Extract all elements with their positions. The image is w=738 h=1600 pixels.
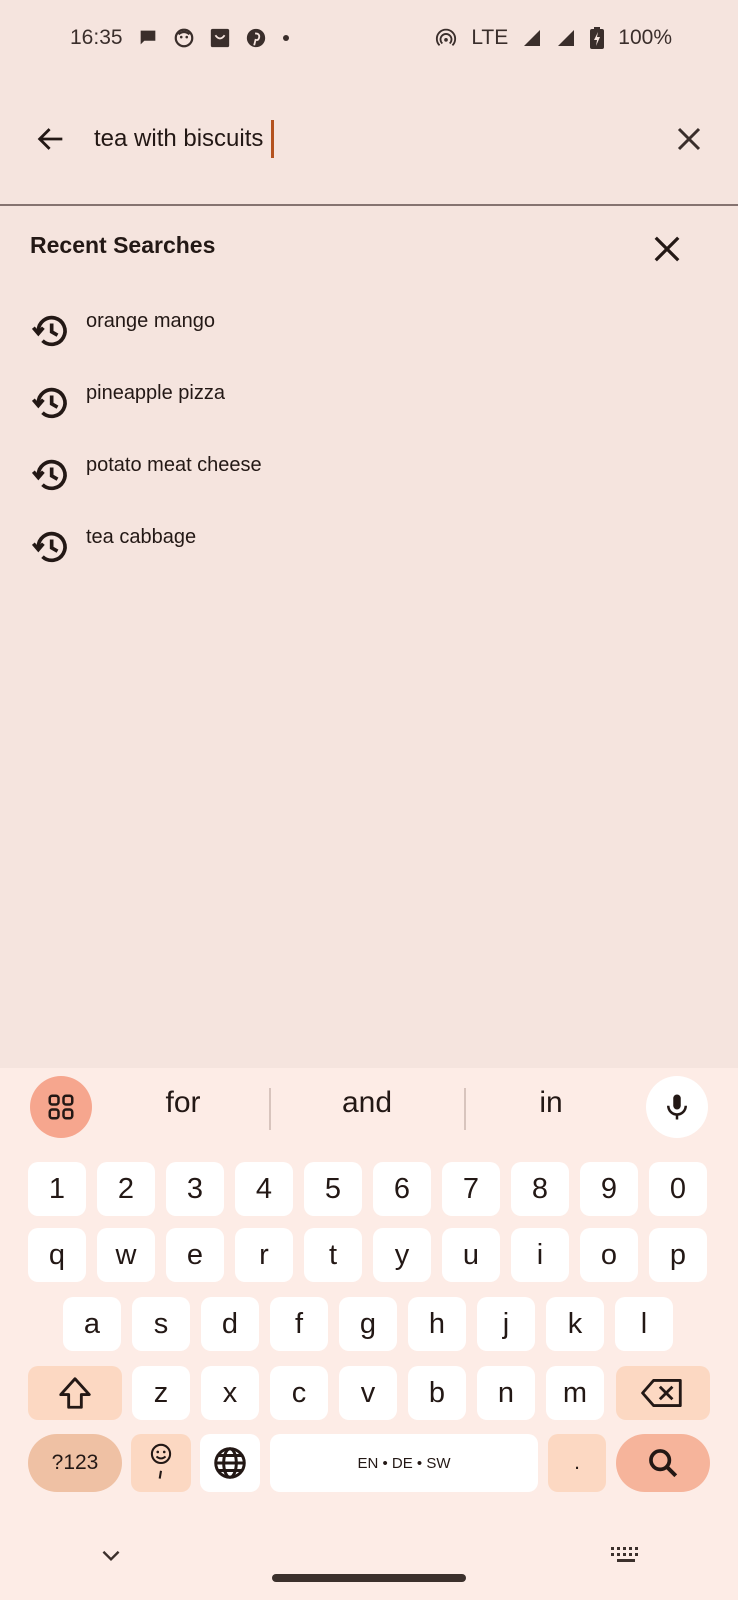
recent-search-label: potato meat cheese — [86, 454, 262, 476]
key-7[interactable]: 7 — [442, 1162, 500, 1216]
network-type: LTE — [471, 26, 509, 49]
key-b[interactable]: b — [408, 1366, 466, 1420]
battery-level: 100% — [618, 26, 672, 49]
recent-search-item[interactable]: potato meat cheese — [0, 444, 738, 516]
shift-key[interactable] — [28, 1366, 122, 1420]
key-v[interactable]: v — [339, 1366, 397, 1420]
space-key[interactable]: EN • DE • SW — [270, 1434, 538, 1492]
key-i[interactable]: i — [511, 1228, 569, 1282]
search-divider — [0, 204, 738, 206]
text-cursor — [271, 120, 275, 158]
history-icon — [29, 526, 71, 568]
status-right: LTE 100% — [435, 26, 672, 50]
key-x[interactable]: x — [201, 1366, 259, 1420]
history-icon — [29, 310, 71, 352]
key-m[interactable]: m — [546, 1366, 604, 1420]
suggestion-strip: for and in — [0, 1068, 738, 1144]
key-q[interactable]: q — [28, 1228, 86, 1282]
key-a[interactable]: a — [63, 1297, 121, 1351]
status-time: 16:35 — [70, 26, 123, 49]
dot-icon — [281, 33, 291, 43]
key-j[interactable]: j — [477, 1297, 535, 1351]
keyboard-apps-icon[interactable] — [30, 1076, 92, 1138]
key-l[interactable]: l — [615, 1297, 673, 1351]
key-6[interactable]: 6 — [373, 1162, 431, 1216]
close-icon[interactable] — [648, 230, 686, 268]
suggestion-word[interactable]: in — [481, 1086, 621, 1120]
key-c[interactable]: c — [270, 1366, 328, 1420]
key-3[interactable]: 3 — [166, 1162, 224, 1216]
search-key[interactable] — [616, 1434, 710, 1492]
recent-search-item[interactable]: orange mango — [0, 300, 738, 372]
suggestion-word[interactable]: and — [297, 1086, 437, 1120]
search-query: tea with biscuits — [94, 125, 264, 152]
suggestion-word[interactable]: for — [113, 1086, 253, 1120]
history-icon — [29, 454, 71, 496]
key-f[interactable]: f — [270, 1297, 328, 1351]
navigation-bar — [0, 1528, 738, 1600]
backspace-key[interactable] — [616, 1366, 710, 1420]
key-g[interactable]: g — [339, 1297, 397, 1351]
key-8[interactable]: 8 — [511, 1162, 569, 1216]
keyboard-icon[interactable] — [610, 1540, 642, 1570]
history-icon — [29, 382, 71, 424]
key-h[interactable]: h — [408, 1297, 466, 1351]
symbols-key[interactable]: ?123 — [28, 1434, 122, 1492]
recent-searches-list: orange mango pineapple pizza potato meat… — [0, 300, 738, 588]
recent-search-label: orange mango — [86, 310, 215, 332]
key-k[interactable]: k — [546, 1297, 604, 1351]
keyboard: for and in 1234567890 qwertyuiop asdfghj… — [0, 1068, 738, 1600]
key-4[interactable]: 4 — [235, 1162, 293, 1216]
recent-search-item[interactable]: tea cabbage — [0, 516, 738, 588]
key-5[interactable]: 5 — [304, 1162, 362, 1216]
key-w[interactable]: w — [97, 1228, 155, 1282]
key-r[interactable]: r — [235, 1228, 293, 1282]
key-e[interactable]: e — [166, 1228, 224, 1282]
recent-searches-title: Recent Searches — [30, 232, 216, 258]
key-s[interactable]: s — [132, 1297, 190, 1351]
status-bar: 16:35 LTE 100% — [0, 0, 738, 76]
home-gesture-pill[interactable] — [272, 1574, 466, 1582]
key-n[interactable]: n — [477, 1366, 535, 1420]
close-icon[interactable] — [668, 118, 710, 160]
microphone-icon[interactable] — [646, 1076, 708, 1138]
key-2[interactable]: 2 — [97, 1162, 155, 1216]
shopping-bag-icon — [209, 27, 231, 49]
arrow-back-icon[interactable] — [30, 118, 72, 160]
recent-search-item[interactable]: pineapple pizza — [0, 372, 738, 444]
signal-icon — [556, 28, 576, 48]
battery-icon — [590, 27, 605, 49]
key-t[interactable]: t — [304, 1228, 362, 1282]
chat-icon — [137, 27, 159, 49]
chevron-down-icon[interactable] — [96, 1540, 126, 1570]
key-u[interactable]: u — [442, 1228, 500, 1282]
key-z[interactable]: z — [132, 1366, 190, 1420]
key-d[interactable]: d — [201, 1297, 259, 1351]
suggestion-divider — [464, 1088, 466, 1130]
search-bar: tea with biscuits — [0, 98, 738, 182]
search-input[interactable]: tea with biscuits — [94, 116, 654, 162]
status-left: 16:35 — [70, 26, 291, 50]
globe-icon[interactable] — [200, 1434, 260, 1492]
pinterest-icon — [245, 27, 267, 49]
period-key[interactable]: . — [548, 1434, 606, 1492]
face-icon — [173, 27, 195, 49]
key-p[interactable]: p — [649, 1228, 707, 1282]
hotspot-icon — [435, 27, 457, 49]
key-0[interactable]: 0 — [649, 1162, 707, 1216]
suggestion-divider — [269, 1088, 271, 1130]
recent-search-label: tea cabbage — [86, 526, 197, 548]
emoji-key[interactable] — [131, 1434, 191, 1492]
key-1[interactable]: 1 — [28, 1162, 86, 1216]
key-9[interactable]: 9 — [580, 1162, 638, 1216]
recent-search-label: pineapple pizza — [86, 382, 225, 404]
signal-icon — [522, 28, 542, 48]
key-o[interactable]: o — [580, 1228, 638, 1282]
key-y[interactable]: y — [373, 1228, 431, 1282]
